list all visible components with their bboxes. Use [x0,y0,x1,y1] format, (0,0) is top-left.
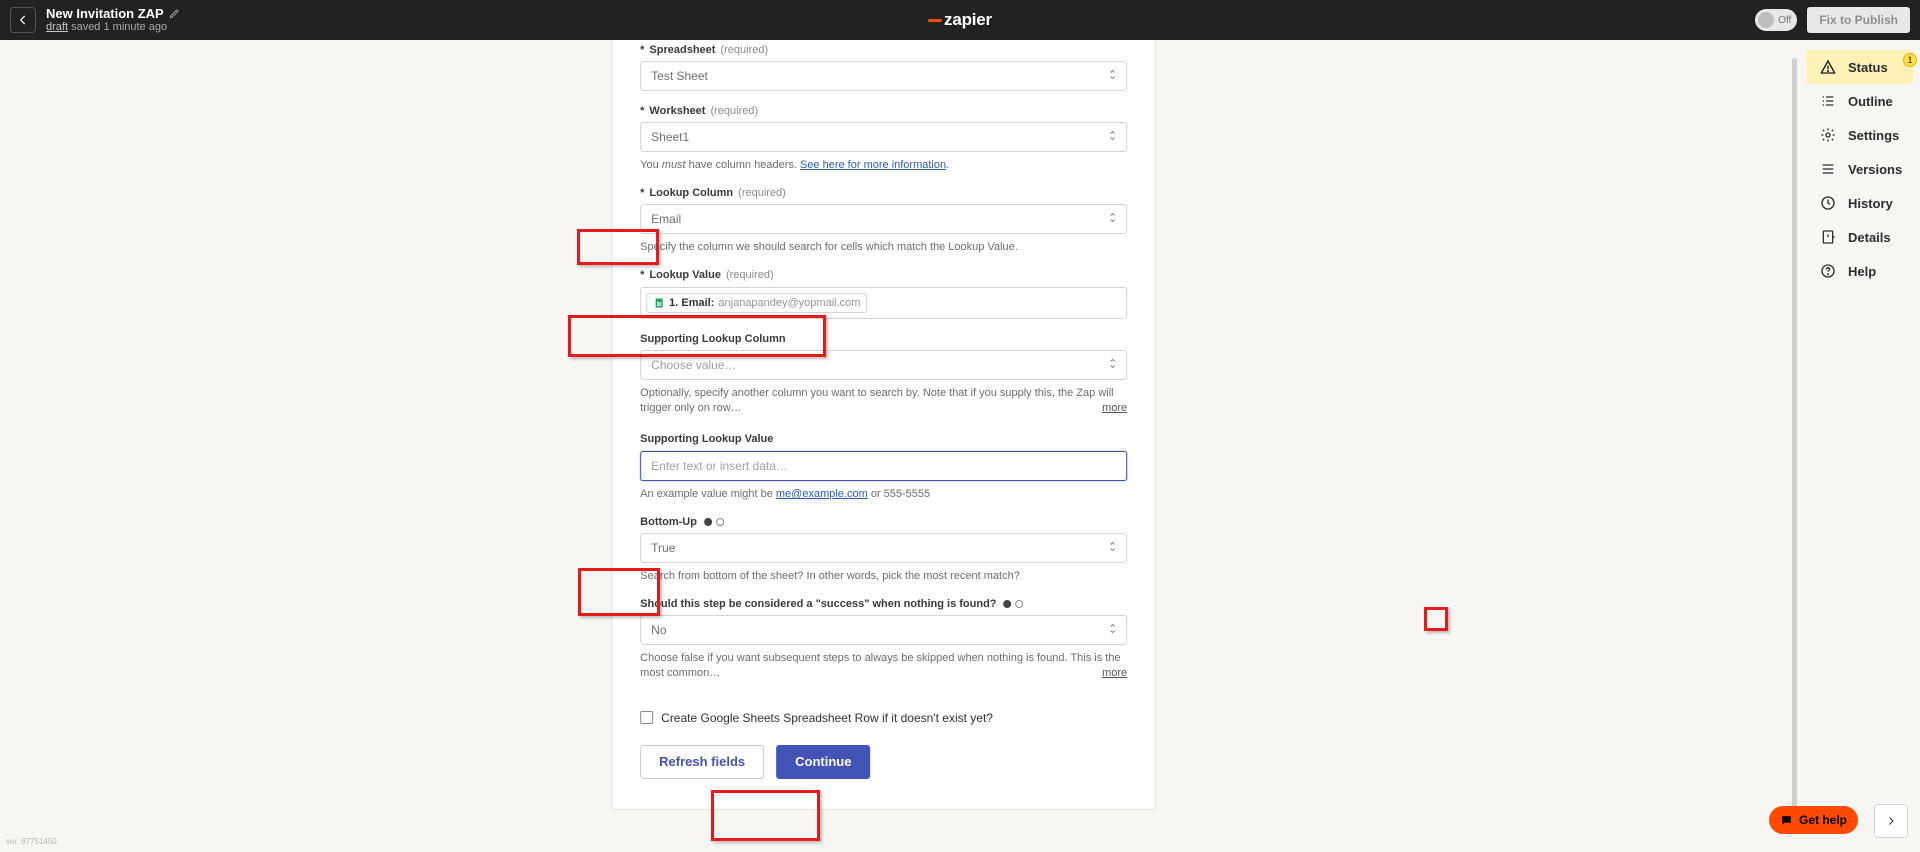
zap-title[interactable]: New Invitation ZAP [46,7,164,21]
topbar: New Invitation ZAP draft saved 1 minute … [0,0,1920,40]
create-row-checkbox-label: Create Google Sheets Spreadsheet Row if … [661,711,993,725]
more-link[interactable]: more [1102,666,1127,681]
sheets-icon [653,296,665,310]
lookup-value-label: * Lookup Value (required) [640,269,1127,281]
chevron-updown-icon [1108,357,1117,372]
nav-history[interactable]: History [1806,186,1914,220]
lookup-column-helper: Specify the column we should search for … [640,240,1127,255]
nav-status[interactable]: Status [1806,50,1914,84]
example-email-link[interactable]: me@example.com [776,488,868,500]
warning-icon [1820,59,1836,75]
title-block: New Invitation ZAP draft saved 1 minute … [46,7,180,33]
success-nothing-label: Should this step be considered a "succes… [640,598,1127,610]
clock-icon [1820,195,1836,211]
scrollbar[interactable] [1792,58,1797,834]
draft-link[interactable]: draft [46,21,68,33]
supporting-lookup-value-helper: An example value might be me@example.com… [640,487,1127,502]
publish-button[interactable]: Fix to Publish [1807,7,1910,33]
gear-icon [1820,127,1836,143]
worksheet-helper: You must have column headers. See here f… [640,158,1127,173]
back-button[interactable] [10,7,36,33]
bottom-up-select[interactable]: True [640,533,1127,563]
nav-settings[interactable]: Settings [1806,118,1914,152]
saved-text: saved 1 minute ago [68,21,167,33]
edit-icon[interactable] [169,8,180,19]
nav-label: Status [1848,60,1888,75]
success-nothing-select[interactable]: No [640,615,1127,645]
more-link[interactable]: more [1102,401,1127,416]
lookup-value-input[interactable]: 1. Email: anjanapandey@yopmail.com [640,287,1127,319]
get-help-button[interactable]: Get help [1769,806,1858,834]
nav-versions[interactable]: Versions [1806,152,1914,186]
versions-icon [1820,161,1836,177]
chevron-updown-icon [1108,541,1117,556]
nav-outline[interactable]: Outline [1806,84,1914,118]
bottom-up-label: Bottom-Up [640,516,1127,528]
details-icon [1820,229,1836,245]
step-panel: * Spreadsheet (required) Test Sheet * Wo… [611,40,1156,810]
chevron-updown-icon [1108,211,1117,226]
create-row-checkbox[interactable] [640,711,653,724]
chat-icon [1780,814,1793,827]
nav-label: Details [1848,230,1891,245]
nav-label: History [1848,196,1893,211]
radio-icon[interactable] [704,518,712,526]
chevron-right-icon [1885,815,1897,827]
supporting-lookup-value-label: Supporting Lookup Value [640,433,1127,445]
radio-icon[interactable] [1004,600,1012,608]
supporting-lookup-value-input[interactable]: Enter text or insert data… [640,451,1127,481]
spreadsheet-label: * Spreadsheet (required) [640,44,1127,56]
chevron-updown-icon [1108,623,1117,638]
radio-icon[interactable] [1016,600,1024,608]
supporting-lookup-column-select[interactable]: Choose value… [640,350,1127,380]
help-icon [1820,263,1836,279]
nav-label: Outline [1848,94,1893,109]
nav-details[interactable]: Details [1806,220,1914,254]
nav-label: Settings [1848,128,1899,143]
data-token[interactable]: 1. Email: anjanapandey@yopmail.com [646,293,867,313]
lookup-column-label: * Lookup Column (required) [640,187,1127,199]
supporting-lookup-column-label: Supporting Lookup Column [640,333,1127,345]
chevron-updown-icon [1108,130,1117,145]
list-icon [1820,93,1836,109]
continue-button[interactable]: Continue [776,745,870,779]
bottom-up-helper: Search from bottom of the sheet? In othe… [640,569,1127,584]
toggle-label: Off [1778,15,1791,26]
create-row-checkbox-row: Create Google Sheets Spreadsheet Row if … [640,711,1127,725]
worksheet-label: * Worksheet (required) [640,105,1127,117]
lookup-column-select[interactable]: Email [640,204,1127,234]
editor-canvas: * Spreadsheet (required) Test Sheet * Wo… [0,40,1800,852]
nav-label: Versions [1848,162,1902,177]
radio-icon[interactable] [716,518,724,526]
success-nothing-helper: Choose false if you want subsequent step… [640,651,1127,681]
nav-help[interactable]: Help [1806,254,1914,288]
zapier-logo-text: zapier [944,10,992,30]
zapier-logo: zapier [928,10,992,30]
refresh-fields-button[interactable]: Refresh fields [640,745,764,779]
chevron-updown-icon [1108,69,1117,84]
headers-info-link[interactable]: See here for more information [800,159,946,171]
spreadsheet-select[interactable]: Test Sheet [640,61,1127,91]
enable-toggle[interactable]: Off [1755,9,1797,31]
nav-label: Help [1848,264,1876,279]
right-sidebar: Status 1 Outline Settings Versions Histo… [1800,40,1920,852]
version-text: ver. 97751450 [6,837,57,846]
zapier-logo-mark [928,19,942,22]
worksheet-select[interactable]: Sheet1 [640,122,1127,152]
collapse-sidebar-button[interactable] [1874,804,1908,838]
status-count-badge: 1 [1903,53,1917,67]
supporting-lookup-column-helper: Optionally, specify another column you w… [640,386,1127,416]
